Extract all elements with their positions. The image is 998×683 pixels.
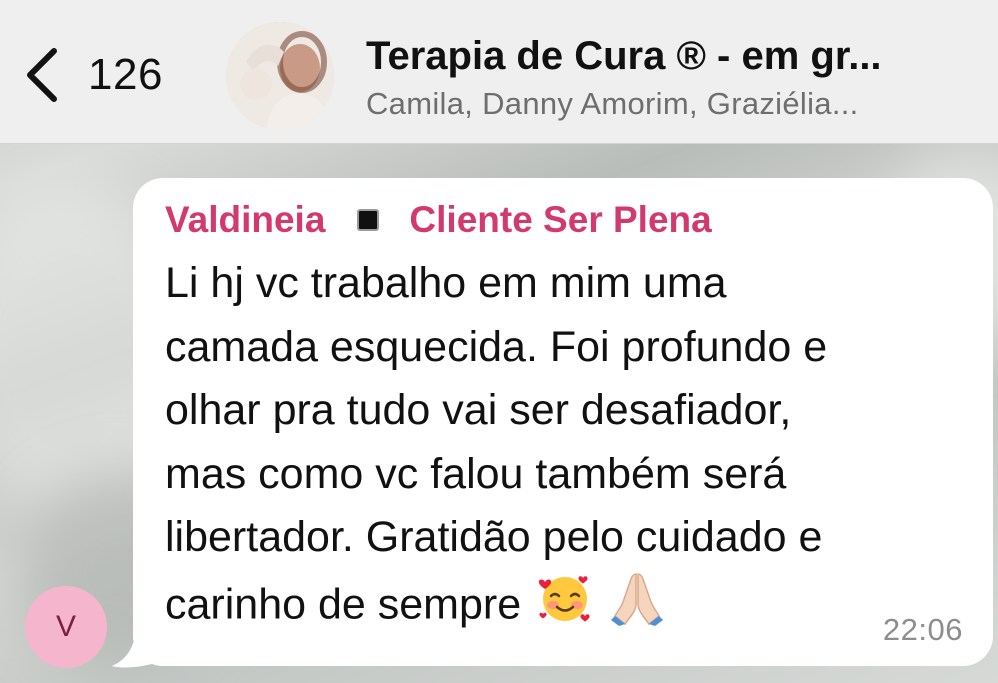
unread-count: 126 xyxy=(88,50,163,99)
sender-name[interactable]: Valdineia xyxy=(165,199,325,241)
message-bubble[interactable]: Valdineia Cliente Ser Plena Li hj vc tra… xyxy=(133,178,993,666)
message-text: Li hj vc trabalho em mim uma camada esqu… xyxy=(165,252,965,633)
chat-header: 126 Terapia de Cura ® - em gr... Camila,… xyxy=(0,0,998,144)
message-time: 22:06 xyxy=(882,612,963,647)
chat-title-area[interactable]: Terapia de Cura ® - em gr... Camila, Dan… xyxy=(366,30,976,124)
group-title: Terapia de Cura ® - em gr... xyxy=(366,34,882,78)
message-line: camada esquecida. Foi profundo e xyxy=(165,322,828,371)
back-button[interactable]: 126 xyxy=(18,40,163,110)
folded-hands-icon xyxy=(609,570,665,645)
sender-avatar[interactable]: V xyxy=(25,586,107,668)
message-line: libertador. Gratidão pelo cuidado e xyxy=(165,513,823,561)
group-avatar-image xyxy=(226,22,334,130)
group-members: Camila, Danny Amorim, Graziélia... xyxy=(366,86,859,121)
message-line: mas como vc falou também será xyxy=(165,449,787,498)
message-line-last: carinho de sempre xyxy=(165,570,965,634)
group-avatar[interactable] xyxy=(226,22,334,130)
black-square-icon xyxy=(357,209,380,231)
message-line: olhar pra tudo vai ser desafiador, xyxy=(165,386,792,434)
sender-line: Valdineia Cliente Ser Plena xyxy=(165,196,965,244)
message-line: Li hj vc trabalho em mim uma xyxy=(165,259,727,307)
chat-screen: 126 Terapia de Cura ® - em gr... Camila,… xyxy=(0,0,998,683)
sender-tag: Cliente Ser Plena xyxy=(409,199,712,240)
chevron-left-icon xyxy=(18,45,66,105)
message-line: carinho de sempre xyxy=(165,580,522,629)
smiling-face-with-hearts-icon xyxy=(537,570,593,645)
sender-avatar-initial: V xyxy=(55,610,76,643)
